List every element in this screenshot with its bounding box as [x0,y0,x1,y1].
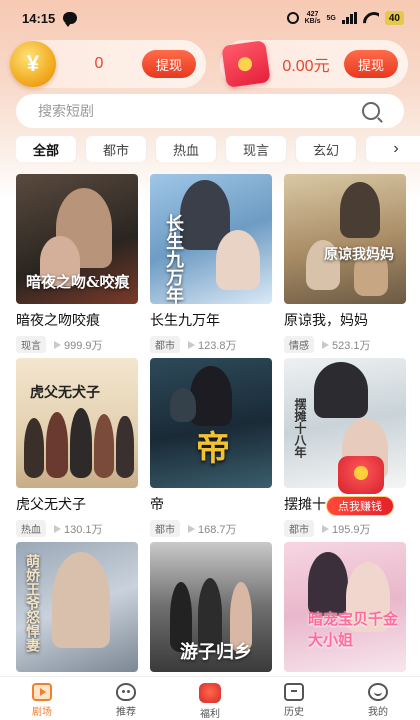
drama-poster[interactable]: 虎父无犬子 [16,358,138,488]
tab-urban[interactable]: 都市 [86,136,146,162]
coin-icon: ¥ [10,41,56,87]
network-speed: 427 KB/s [304,11,321,25]
tab-passion[interactable]: 热血 [156,136,216,162]
earn-money-promo[interactable]: 点我赚钱 [326,456,396,518]
play-count-icon [188,340,195,349]
play-count-icon [322,340,329,349]
nav-recommend[interactable]: 推荐 [84,677,168,720]
play-count: 195.9万 [332,523,371,536]
nav-label: 历史 [284,707,304,718]
wifi-icon [363,12,379,24]
drama-meta: 现言 999.9万 [16,336,138,353]
play-count-icon [322,524,329,533]
genre-tag: 情感 [284,336,314,353]
status-time: 14:15 [22,10,56,26]
drama-title: 帝 [150,496,164,512]
drama-poster[interactable]: 暗宠宝贝千金大小姐 [284,542,406,672]
search-icon[interactable] [362,102,380,120]
network-type: 5G [326,14,336,22]
nav-label: 我的 [368,707,388,718]
welfare-icon [199,683,221,703]
play-count: 523.1万 [332,339,371,352]
drama-poster[interactable]: 长生九万年 [150,174,272,304]
drama-title: 长生九万年 [150,312,220,328]
drama-meta: 都市 123.8万 [150,336,272,353]
drama-poster[interactable]: 游子归乡 [150,542,272,672]
play-count: 130.1万 [64,523,103,536]
drama-card[interactable]: 帝 帝 都市 168.7万 [150,358,272,542]
theater-icon [32,683,52,701]
lucky-bag-icon [338,456,384,494]
drama-card[interactable]: 长生九万年 长生九万年 都市 123.8万 [150,174,272,358]
drama-poster[interactable]: 萌娇王爷怒悍妻 [16,542,138,672]
genre-tag: 现言 [16,336,46,353]
drama-card[interactable]: 暗夜之吻&咬痕 暗夜之吻咬痕 现言 999.9万 [16,174,138,358]
nav-welfare[interactable]: 福利 [168,677,252,720]
genre-tag: 都市 [284,520,314,537]
search-bar[interactable] [16,94,404,128]
drama-poster[interactable]: 暗夜之吻&咬痕 [16,174,138,304]
message-icon [63,12,78,27]
drama-card[interactable]: 原谅我妈妈 原谅我，妈妈 情感 523.1万 [284,174,406,358]
coins-wallet: ¥ 0 提现 [10,40,206,88]
drama-poster[interactable]: 原谅我妈妈 [284,174,406,304]
nav-label: 剧场 [32,707,52,718]
drama-title: 暗夜之吻咬痕 [16,312,100,328]
drama-meta: 热血 130.1万 [16,520,138,537]
cash-wallet: 0.00元 提现 [220,40,408,88]
drama-meta: 都市 168.7万 [150,520,272,537]
tab-modern-romance[interactable]: 现言 [226,136,286,162]
bottom-nav: 剧场 推荐 福利 历史 我的 [0,676,420,720]
genre-tag: 热血 [16,520,46,537]
drama-card[interactable]: 虎父无犬子 虎父无犬子 热血 130.1万 [16,358,138,542]
cash-amount: 0.00元 [282,58,330,75]
drama-meta: 都市 195.9万 [284,520,406,537]
nav-mine[interactable]: 我的 [336,677,420,720]
play-count-icon [54,340,61,349]
genre-tag: 都市 [150,336,180,353]
signal-icon [341,12,357,24]
mine-icon [368,683,388,701]
nav-label: 推荐 [116,707,136,718]
play-count-icon [188,524,195,533]
drama-meta: 情感 523.1万 [284,336,406,353]
coins-withdraw-button[interactable]: 提现 [142,50,196,78]
cash-withdraw-button[interactable]: 提现 [344,50,398,78]
alarm-icon [286,12,299,24]
drama-title: 虎父无犬子 [16,496,86,512]
drama-title: 原谅我，妈妈 [284,312,368,328]
play-count: 168.7万 [198,523,237,536]
play-count: 123.8万 [198,339,237,352]
drama-grid: 暗夜之吻&咬痕 暗夜之吻咬痕 现言 999.9万 长生九万年 长生九万年 都市 … [16,174,406,720]
tab-all[interactable]: 全部 [16,136,76,162]
history-icon [284,683,304,701]
play-count: 999.9万 [64,339,103,352]
red-packet-icon [221,40,271,88]
chevron-right-icon[interactable]: › [372,136,420,162]
recommend-icon [116,683,136,701]
category-tabs: 全部 都市 热血 现言 玄幻 古 [16,136,420,162]
nav-history[interactable]: 历史 [252,677,336,720]
promo-label: 点我赚钱 [326,496,394,516]
search-input[interactable] [38,103,362,119]
status-bar: 14:15 427 KB/s 5G 40 [0,0,420,36]
genre-tag: 都市 [150,520,180,537]
play-count-icon [54,524,61,533]
nav-label: 福利 [200,709,220,720]
tab-fantasy[interactable]: 玄幻 [296,136,356,162]
nav-theater[interactable]: 剧场 [0,677,84,720]
battery-icon: 40 [384,11,404,25]
coins-amount: 0 [94,55,104,72]
drama-poster[interactable]: 帝 [150,358,272,488]
